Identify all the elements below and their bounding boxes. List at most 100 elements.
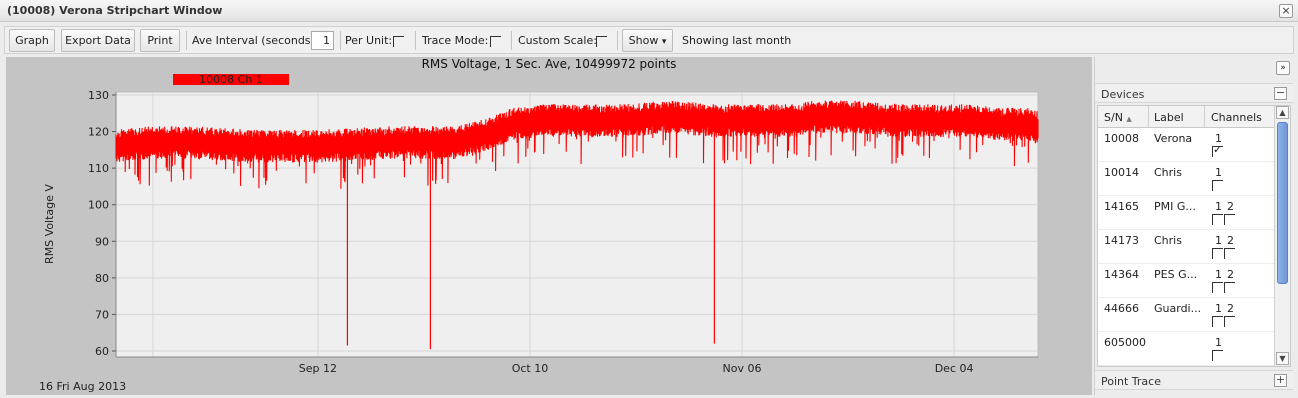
devices-title: Devices xyxy=(1101,88,1145,101)
table-row[interactable]: 605000 1 xyxy=(1098,332,1274,366)
device-label: Chris xyxy=(1154,166,1182,179)
channel-checkbox[interactable] xyxy=(1224,316,1235,327)
channel-number: 1 xyxy=(1215,302,1222,315)
device-sn: 605000 xyxy=(1104,336,1146,349)
device-label: Verona xyxy=(1154,132,1193,145)
close-icon[interactable]: × xyxy=(1279,4,1293,18)
x-tick-label: Dec 04 xyxy=(935,362,974,375)
y-axis-label: RMS Voltage V xyxy=(43,184,56,264)
point-trace-title: Point Trace xyxy=(1101,375,1161,388)
channel-number: 1 xyxy=(1215,200,1222,213)
collapse-icon[interactable]: − xyxy=(1274,87,1287,100)
stripchart[interactable]: 10008 Ch 1 130 120 110 100 90 80 70 60 Sep 12 Oc… xyxy=(6,57,1092,395)
device-sn: 10008 xyxy=(1104,132,1139,145)
chevron-down-icon: ▾ xyxy=(661,37,667,47)
window-title: (10008) Verona Stripchart Window xyxy=(7,4,223,17)
device-label: PMI G... xyxy=(1154,200,1196,213)
channel-number: 2 xyxy=(1227,268,1234,281)
channel-checkbox[interactable] xyxy=(1224,214,1235,225)
channel-number: 1 xyxy=(1215,268,1222,281)
toolbar-separator xyxy=(511,31,512,50)
custom-scale-label: Custom Scale: xyxy=(518,34,597,47)
per-unit-label: Per Unit: xyxy=(345,34,393,47)
column-header-label[interactable]: Label xyxy=(1154,111,1184,124)
per-unit-checkbox[interactable] xyxy=(393,36,404,47)
y-tick-label: 100 xyxy=(88,199,109,212)
y-tick-label: 70 xyxy=(95,308,109,321)
title-bar: (10008) Verona Stripchart Window × xyxy=(0,0,1298,22)
channel-checkbox[interactable] xyxy=(1212,214,1223,225)
device-sn: 14173 xyxy=(1104,234,1139,247)
devices-table: S/N ▲ Label Channels 10008 Verona 1 10014 Ch… xyxy=(1097,105,1291,367)
toolbar-separator xyxy=(340,31,341,50)
x-tick-label: Sep 12 xyxy=(299,362,337,375)
table-row[interactable]: 14173 Chris 1 2 xyxy=(1098,230,1274,264)
toolbar-separator xyxy=(186,31,187,50)
channel-number: 1 xyxy=(1215,166,1222,179)
side-panel: » Devices − S/N ▲ Label Channels 10008 Ve… xyxy=(1094,57,1294,395)
table-row[interactable]: 14364 PES G... 1 2 xyxy=(1098,264,1274,298)
channel-checkbox[interactable] xyxy=(1212,350,1223,361)
print-button[interactable]: Print xyxy=(140,29,180,52)
scroll-down-icon[interactable]: ▼ xyxy=(1276,352,1289,365)
table-row[interactable]: 14165 PMI G... 1 2 xyxy=(1098,196,1274,230)
device-label: Chris xyxy=(1154,234,1182,247)
channel-checkbox[interactable] xyxy=(1224,248,1235,259)
trace-mode-checkbox[interactable] xyxy=(490,36,501,47)
ave-interval-label: Ave Interval (seconds) xyxy=(192,34,315,47)
channel-number: 2 xyxy=(1227,200,1234,213)
device-label: PES G... xyxy=(1154,268,1198,281)
device-sn: 14165 xyxy=(1104,200,1139,213)
status-text: Showing last month xyxy=(682,34,792,47)
table-row[interactable]: 44666 Guardi... 1 2 xyxy=(1098,298,1274,332)
devices-header[interactable]: Devices − xyxy=(1095,83,1293,103)
channel-number: 1 xyxy=(1215,336,1222,349)
device-label: Guardi... xyxy=(1154,302,1202,315)
chart-panel: RMS Voltage, 1 Sec. Ave, 10499972 points… xyxy=(6,57,1092,395)
channel-checkbox[interactable] xyxy=(1212,248,1223,259)
export-data-button[interactable]: Export Data xyxy=(61,29,135,52)
column-header-sn[interactable]: S/N ▲ xyxy=(1104,111,1132,124)
y-tick-label: 130 xyxy=(88,89,109,102)
y-tick-label: 80 xyxy=(95,272,109,285)
point-trace-header[interactable]: Point Trace + xyxy=(1095,370,1293,390)
channel-checkbox[interactable] xyxy=(1212,282,1223,293)
column-header-channels[interactable]: Channels xyxy=(1211,111,1262,124)
toolbar-separator xyxy=(617,31,618,50)
channel-number: 1 xyxy=(1215,234,1222,247)
channel-checkbox[interactable] xyxy=(1212,143,1223,157)
legend-label[interactable]: 10008 Ch 1 xyxy=(199,73,263,86)
ave-interval-input[interactable]: 1 xyxy=(311,31,334,50)
show-dropdown-button[interactable]: Show ▾ xyxy=(622,29,673,52)
toolbar: Graph Export Data Print Ave Interval (se… xyxy=(4,26,1294,54)
vertical-scrollbar[interactable]: ▲ ▼ xyxy=(1274,106,1290,366)
device-sn: 14364 xyxy=(1104,268,1139,281)
y-axis: 130 120 110 100 90 80 70 60 xyxy=(88,89,117,358)
toolbar-separator xyxy=(415,31,416,50)
expand-panel-icon[interactable]: » xyxy=(1276,61,1290,75)
table-row[interactable]: 10014 Chris 1 xyxy=(1098,162,1274,196)
column-divider xyxy=(1204,106,1205,128)
custom-scale-checkbox[interactable] xyxy=(596,36,607,47)
show-label: Show xyxy=(628,34,659,47)
x-tick-label: Nov 06 xyxy=(723,362,762,375)
trace-mode-label: Trace Mode: xyxy=(422,34,489,47)
channel-checkbox[interactable] xyxy=(1224,282,1235,293)
y-tick-label: 110 xyxy=(88,162,109,175)
channel-checkbox[interactable] xyxy=(1212,316,1223,327)
y-tick-label: 60 xyxy=(95,345,109,358)
sort-ascending-icon: ▲ xyxy=(1126,115,1132,123)
scroll-thumb[interactable] xyxy=(1277,122,1288,284)
x-axis: Sep 12 Oct 10 Nov 06 Dec 04 xyxy=(116,356,1038,375)
date-label: 16 Fri Aug 2013 xyxy=(39,380,126,393)
y-tick-label: 120 xyxy=(88,126,109,139)
expand-icon[interactable]: + xyxy=(1274,374,1287,387)
y-tick-label: 90 xyxy=(95,235,109,248)
device-sn: 10014 xyxy=(1104,166,1139,179)
scroll-up-icon[interactable]: ▲ xyxy=(1276,106,1289,119)
graph-button[interactable]: Graph xyxy=(9,29,55,52)
channel-checkbox[interactable] xyxy=(1212,180,1223,191)
column-divider xyxy=(1148,106,1149,128)
table-row[interactable]: 10008 Verona 1 xyxy=(1098,128,1274,162)
channel-number: 2 xyxy=(1227,302,1234,315)
